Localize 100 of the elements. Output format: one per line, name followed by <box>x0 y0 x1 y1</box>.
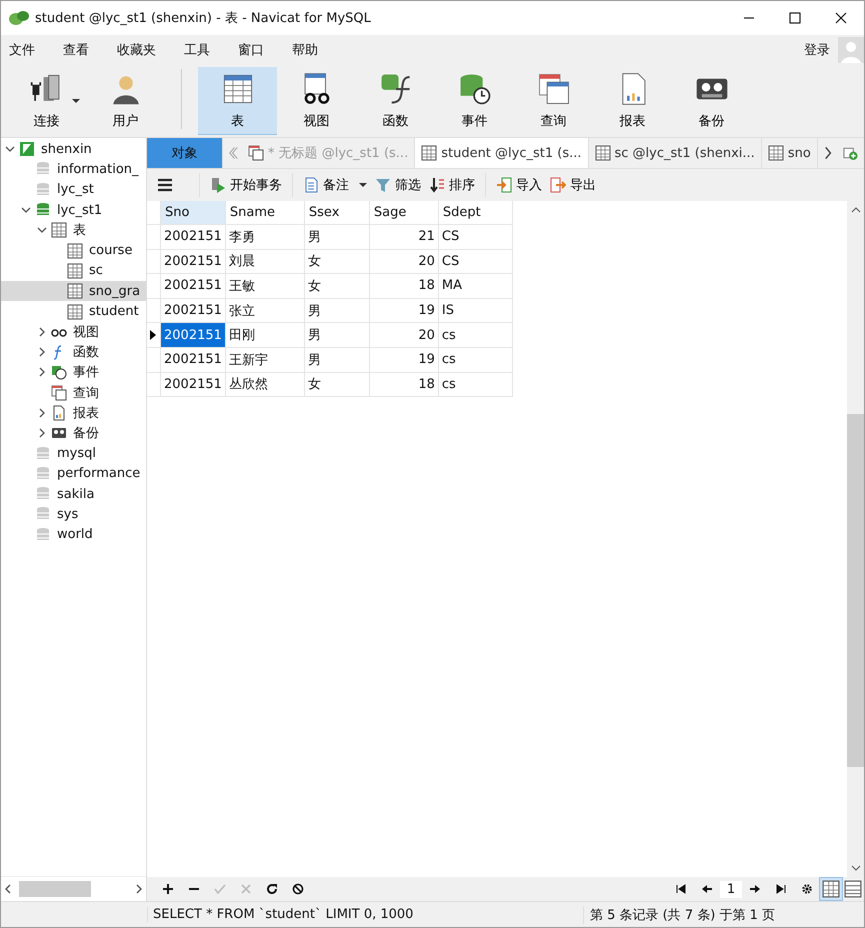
toolbar-button[interactable]: 视图 <box>277 67 356 135</box>
tab[interactable]: student @lyc_st1 (s... <box>415 138 588 168</box>
tree-item[interactable]: student <box>1 301 146 322</box>
table-cell[interactable]: 2002151 <box>160 274 226 298</box>
toolbar-button[interactable]: 排序 <box>425 176 479 194</box>
tree-item[interactable]: 报表 <box>1 402 146 424</box>
table-cell[interactable]: 男 <box>304 224 370 250</box>
tree-item[interactable]: 表 <box>1 220 146 240</box>
column-header[interactable]: Sno <box>160 201 226 224</box>
tree-item[interactable]: sys <box>1 504 146 525</box>
table-cell[interactable]: 男 <box>304 298 370 323</box>
tree-item[interactable]: performance <box>1 464 146 484</box>
table-cell[interactable]: 2002151 <box>160 224 226 250</box>
stop-icon[interactable] <box>292 883 304 895</box>
table-cell[interactable]: 田刚 <box>225 322 304 348</box>
table-cell[interactable]: cs <box>438 322 512 348</box>
tree-item[interactable]: sno_gra <box>1 281 146 302</box>
add-icon[interactable] <box>162 883 174 895</box>
grid-view-icon[interactable] <box>820 878 842 900</box>
tree-item[interactable]: lyc_st1 <box>1 200 146 220</box>
page-field[interactable]: 1 <box>720 880 742 898</box>
tree-item[interactable]: mysql <box>1 443 146 464</box>
tree-item[interactable]: 函数 <box>1 342 146 362</box>
toolbar-button[interactable]: 连接 <box>7 67 86 135</box>
menu-item[interactable]: 文件 <box>9 41 35 59</box>
menu-item[interactable]: 查看 <box>63 41 89 59</box>
toolbar-button[interactable]: 备份 <box>672 67 751 135</box>
table-cell[interactable]: 19 <box>369 347 438 372</box>
scroll-up-icon[interactable] <box>850 207 860 213</box>
tree-item[interactable]: shenxin <box>1 139 146 160</box>
tab[interactable]: 对象 <box>147 138 223 168</box>
chevron-icon[interactable] <box>37 408 47 418</box>
last-page-icon[interactable] <box>775 883 787 895</box>
tree-item[interactable]: sakila <box>1 484 146 504</box>
login-link[interactable]: 登录 <box>804 41 830 59</box>
table-cell[interactable]: 男 <box>304 322 370 348</box>
chevron-icon[interactable] <box>37 225 47 236</box>
toolbar-button[interactable]: 开始事务 <box>206 176 286 194</box>
chevron-icon[interactable] <box>37 367 47 378</box>
tree-item[interactable]: course <box>1 240 146 261</box>
toolbar-button[interactable]: 备注 <box>299 176 371 194</box>
table-cell[interactable]: 王敏 <box>225 274 304 298</box>
table-cell[interactable]: 王新宇 <box>225 347 304 372</box>
table-cell[interactable]: 19 <box>369 298 438 323</box>
menu-item[interactable]: 收藏夹 <box>117 41 156 59</box>
table-cell[interactable]: 2002151 <box>160 249 226 274</box>
form-view-icon[interactable] <box>842 878 864 900</box>
table-cell[interactable]: 20 <box>369 322 438 348</box>
table-cell[interactable]: 18 <box>369 274 438 298</box>
tree-item[interactable]: 事件 <box>1 362 146 383</box>
chevron-icon[interactable] <box>21 205 31 216</box>
menu-icon[interactable] <box>157 178 173 192</box>
column-header[interactable]: Sdept <box>438 201 512 224</box>
tree-item[interactable]: 视图 <box>1 322 146 342</box>
table-cell[interactable]: 女 <box>304 274 370 298</box>
menu-item[interactable]: 工具 <box>184 41 210 59</box>
column-header[interactable]: Sage <box>369 201 438 224</box>
table-cell[interactable]: CS <box>438 224 512 250</box>
refresh-icon[interactable] <box>266 883 278 895</box>
chevron-icon[interactable] <box>37 428 47 438</box>
table-cell[interactable]: 刘晨 <box>225 249 304 274</box>
scroll-down-icon[interactable] <box>850 865 860 871</box>
toolbar-button[interactable]: 事件 <box>435 67 514 135</box>
toolbar-button[interactable]: 表 <box>198 67 277 135</box>
table-cell[interactable]: 20 <box>369 249 438 274</box>
table-cell[interactable]: CS <box>438 249 512 274</box>
table-cell[interactable]: 丛欣然 <box>225 372 304 397</box>
next-page-icon[interactable] <box>749 883 761 895</box>
toolbar-button[interactable]: 用户 <box>86 67 165 135</box>
tree-item[interactable]: world <box>1 524 146 545</box>
toolbar-button[interactable]: 导出 <box>546 176 600 194</box>
table-cell[interactable]: cs <box>438 347 512 372</box>
column-header[interactable]: Sname <box>225 201 304 224</box>
check-icon[interactable] <box>214 883 226 895</box>
toolbar-button[interactable]: 报表 <box>593 67 672 135</box>
chevron-icon[interactable] <box>5 144 15 154</box>
table-cell[interactable]: 女 <box>304 372 370 397</box>
table-cell[interactable]: 2002151 <box>160 372 226 397</box>
tree-item[interactable]: sc <box>1 260 146 282</box>
table-cell[interactable]: 李勇 <box>225 224 304 250</box>
chevron-icon[interactable] <box>37 326 47 337</box>
table-cell[interactable]: 18 <box>369 372 438 397</box>
toolbar-button[interactable]: 导入 <box>492 176 546 194</box>
table-cell[interactable]: MA <box>438 274 512 298</box>
tree-item[interactable]: 备份 <box>1 423 146 444</box>
table-cell[interactable]: cs <box>438 372 512 397</box>
first-page-icon[interactable] <box>675 883 687 895</box>
table-cell[interactable]: 男 <box>304 347 370 372</box>
toolbar-button[interactable]: 函数 <box>356 67 435 135</box>
menu-item[interactable]: 窗口 <box>238 41 264 59</box>
column-header[interactable]: Ssex <box>304 201 370 224</box>
tree-item[interactable]: information_ <box>1 159 146 180</box>
table-cell[interactable]: IS <box>438 298 512 323</box>
toolbar-button[interactable]: 筛选 <box>371 176 425 194</box>
chevron-icon[interactable] <box>37 347 47 358</box>
table-cell[interactable]: 张立 <box>225 298 304 323</box>
tree-item[interactable]: lyc_st <box>1 180 146 200</box>
table-cell[interactable]: 女 <box>304 249 370 274</box>
previous-page-icon[interactable] <box>701 883 713 895</box>
menu-item[interactable]: 帮助 <box>292 41 318 59</box>
